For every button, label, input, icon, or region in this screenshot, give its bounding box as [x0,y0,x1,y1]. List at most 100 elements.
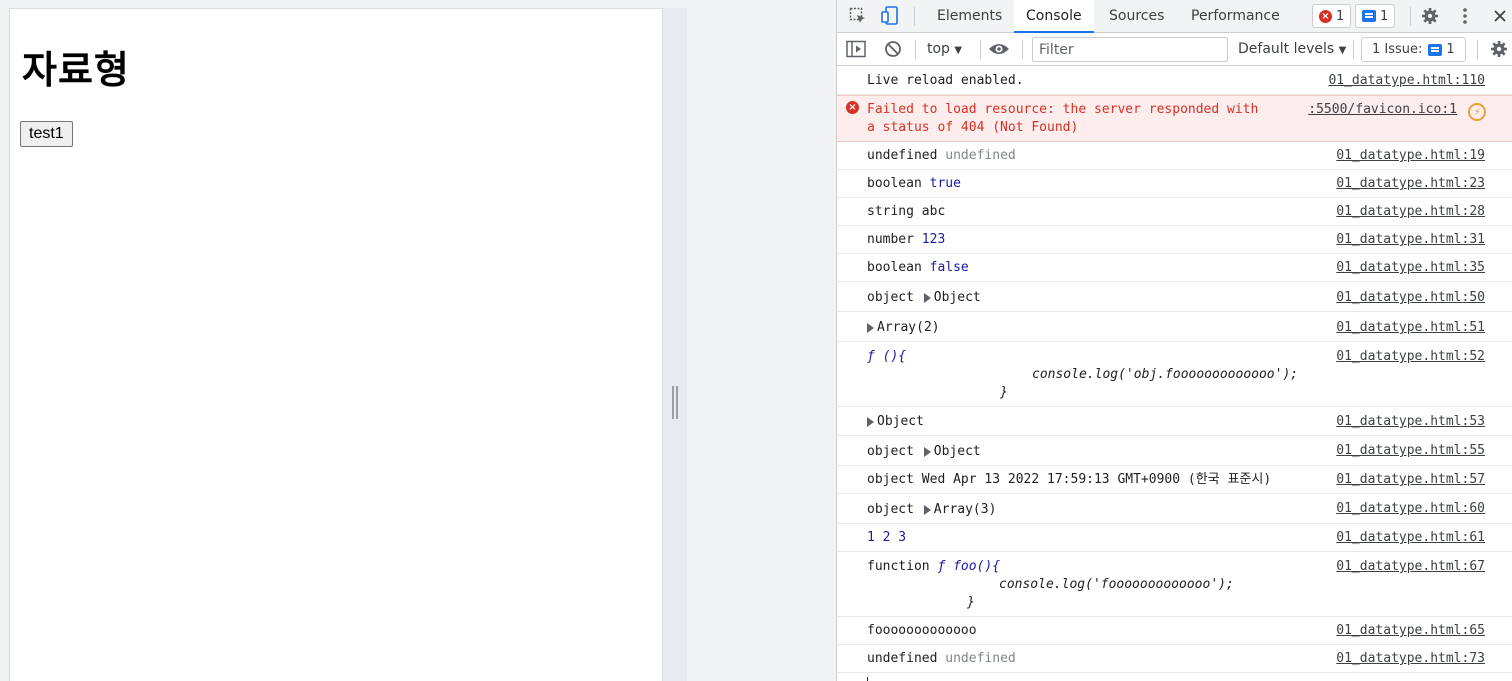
live-expression-eye-icon[interactable] [988,38,1010,60]
log-levels-label: Default levels [1238,41,1335,57]
source-link[interactable]: 01_datatype.html:67 [1336,558,1485,576]
console-row: Object 01_datatype.html:53 [837,407,1512,436]
source-link[interactable]: 01_datatype.html:35 [1336,259,1485,277]
context-selector[interactable]: top ▼ [927,41,962,57]
expand-triangle-icon[interactable] [867,322,874,333]
source-link[interactable]: 01_datatype.html:23 [1336,175,1485,193]
clear-console-icon[interactable] [882,38,904,60]
console-message: Live reload enabled. [867,73,1024,88]
source-link[interactable]: 01_datatype.html:61 [1336,529,1485,547]
source-link[interactable]: 01_datatype.html:53 [1336,413,1485,431]
console-row: object Object 01_datatype.html:50 [837,282,1512,312]
close-devtools-icon[interactable] [1489,5,1511,27]
console-error-row: × Failed to load resource: the server re… [837,95,1512,142]
message-count: 1 [1380,8,1389,24]
source-link[interactable]: 01_datatype.html:110 [1328,72,1485,90]
console-output: Live reload enabled. 01_datatype.html:11… [837,67,1512,681]
browser-window: 자료형 test1 Elements Console Sources Perfo… [0,0,1512,681]
console-message: undefined [867,148,938,163]
expand-triangle-icon[interactable] [923,446,931,457]
chevron-down-icon: ▼ [954,45,963,56]
chevron-down-icon: ▼ [1338,45,1347,56]
console-function-end: } [1000,385,1008,400]
console-object[interactable]: Object [934,444,981,459]
console-function: ƒ foo(){ [937,559,1001,574]
console-message: boolean [867,260,922,275]
tab-elements[interactable]: Elements [925,0,1014,33]
devtools-panel: Elements Console Sources Performance × 1… [836,0,1512,681]
toolbar-separator [1022,40,1023,59]
page-content: 자료형 test1 [9,8,663,681]
source-link[interactable]: 01_datatype.html:28 [1336,203,1485,221]
tab-performance[interactable]: Performance [1179,0,1292,33]
source-link[interactable]: 01_datatype.html:50 [1336,289,1485,307]
console-row: boolean true 01_datatype.html:23 [837,170,1512,198]
tab-console[interactable]: Console [1014,0,1094,33]
settings-gear-icon[interactable] [1419,5,1441,27]
expand-triangle-icon[interactable] [923,504,931,515]
viewport-gutter [663,8,687,681]
console-message: number [867,232,914,247]
console-row: function ƒ foo(){ console.log('foooooooo… [837,552,1512,617]
source-link[interactable]: 01_datatype.html:57 [1336,471,1485,489]
console-row: undefined undefined 01_datatype.html:19 [837,142,1512,170]
toolbar-separator [1353,40,1354,59]
source-link[interactable]: 01_datatype.html:73 [1336,650,1485,668]
source-link[interactable]: :5500/favicon.ico:1 [1308,101,1457,119]
log-levels-dropdown[interactable]: Default levels ▼ [1238,41,1346,57]
test1-button[interactable]: test1 [20,121,73,147]
console-message: function [867,559,930,574]
source-link[interactable]: 01_datatype.html:31 [1336,231,1485,249]
source-link[interactable]: 01_datatype.html:19 [1336,147,1485,165]
tabbar-separator [1410,7,1411,26]
network-request-icon[interactable]: ⚡ [1468,103,1486,121]
console-row: fooooooooooooo 01_datatype.html:65 [837,617,1512,645]
console-value: 123 [921,232,946,247]
resize-handle[interactable] [672,386,678,419]
console-function: ƒ (){ [867,349,907,364]
device-toolbar-icon[interactable] [879,5,901,27]
error-count-badge[interactable]: × 1 [1312,4,1352,28]
message-count-badge[interactable]: 1 [1355,4,1396,28]
issues-button[interactable]: 1 Issue: 1 [1361,37,1466,62]
source-link[interactable]: 01_datatype.html:65 [1336,622,1485,640]
toolbar-separator [1477,40,1478,59]
tab-sources[interactable]: Sources [1097,0,1176,33]
console-function-body: console.log('obj.fooooooooooooo'); [1032,367,1299,382]
expand-triangle-icon[interactable] [867,416,874,427]
expand-triangle-icon[interactable] [923,292,931,303]
console-message: object [867,444,914,459]
error-count: 1 [1336,8,1345,24]
console-prompt[interactable]: › [837,673,1512,681]
console-message: undefined [867,651,938,666]
inspect-element-icon[interactable] [847,5,869,27]
console-function-body: console.log('fooooooooooooo'); [999,577,1234,592]
filter-input[interactable] [1032,37,1228,62]
console-object[interactable]: Object [934,290,981,305]
console-settings-gear-icon[interactable] [1488,38,1510,60]
console-row: Array(2) 01_datatype.html:51 [837,312,1512,342]
issues-count: 1 [1446,42,1455,57]
error-icon: × [846,101,859,114]
source-link[interactable]: 01_datatype.html:51 [1336,319,1485,337]
console-message: object [867,502,914,517]
console-value: false [929,260,969,275]
console-message: fooooooooooooo [867,623,977,638]
console-row: number 123 01_datatype.html:31 [837,226,1512,254]
error-icon: × [1319,9,1332,23]
message-icon [1362,10,1376,22]
devtools-tabbar: Elements Console Sources Performance × 1… [837,0,1512,33]
console-message: a status of 404 (Not Found) [867,120,1079,135]
console-value: undefined [945,651,1016,666]
console-message: object Wed Apr 13 2022 17:59:13 GMT+0900… [867,472,1272,487]
source-link[interactable]: 01_datatype.html:52 [1336,348,1485,366]
source-link[interactable]: 01_datatype.html:55 [1336,442,1485,460]
show-sidebar-icon[interactable] [845,38,867,60]
console-object[interactable]: Object [877,414,924,429]
more-options-icon[interactable] [1454,5,1476,27]
console-row: 1 2 3 01_datatype.html:61 [837,524,1512,552]
console-row: boolean false 01_datatype.html:35 [837,254,1512,282]
source-link[interactable]: 01_datatype.html:60 [1336,500,1485,518]
console-object[interactable]: Array(3) [934,502,997,517]
console-object[interactable]: Array(2) [877,320,940,335]
